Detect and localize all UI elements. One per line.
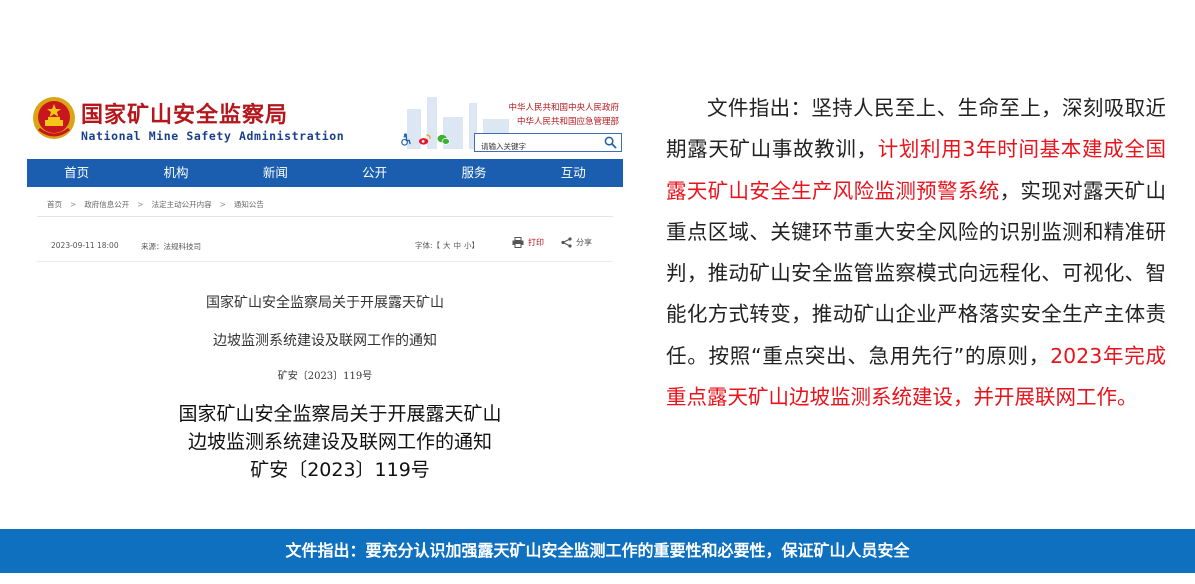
share-icon bbox=[561, 237, 572, 248]
caption-line2: 边坡监测系统建设及联网工作的通知 bbox=[187, 431, 492, 453]
utility-icons bbox=[399, 133, 450, 146]
nav-home[interactable]: 首页 bbox=[27, 159, 126, 187]
share-label: 分享 bbox=[576, 238, 592, 247]
breadcrumb-gov-info[interactable]: 政府信息公开 bbox=[84, 200, 129, 209]
publish-date: 2023-09-11 18:00 bbox=[51, 241, 119, 250]
national-emblem-icon bbox=[33, 97, 75, 139]
breadcrumb: 首页 > 政府信息公开 > 法定主动公开内容 > 通知公告 bbox=[47, 200, 264, 209]
print-button[interactable]: 打印 bbox=[512, 237, 544, 248]
website-screenshot: 国家矿山安全监察局 National Mine Safety Administr… bbox=[27, 85, 623, 383]
site-logo-text: 国家矿山安全监察局 bbox=[81, 102, 289, 128]
summary-text-2: ，实现对露天矿山重点区域、关键环节重大安全风险的识别监测和精准研判，推动矿山安全… bbox=[666, 178, 1167, 368]
summary-paragraph: 文件指出：坚持人民至上、生命至上，深刻吸取近期露天矿山事故教训，计划利用3年时间… bbox=[666, 88, 1166, 418]
search-icon[interactable] bbox=[604, 136, 617, 149]
divider bbox=[37, 261, 613, 262]
accessibility-icon[interactable] bbox=[399, 133, 412, 146]
font-size-small[interactable]: 小】 bbox=[464, 241, 479, 250]
search-input[interactable] bbox=[475, 139, 599, 154]
weibo-icon[interactable] bbox=[418, 133, 431, 146]
gov-link-emergency[interactable]: 中华人民共和国应急管理部 bbox=[517, 115, 619, 127]
print-icon bbox=[512, 237, 524, 248]
divider bbox=[37, 216, 613, 217]
document-title-line1: 国家矿山安全监察局关于开展露天矿山 bbox=[206, 295, 444, 311]
main-nav: 首页 机构 新闻 公开 服务 互动 bbox=[27, 159, 623, 187]
nav-service[interactable]: 服务 bbox=[424, 159, 523, 187]
breadcrumb-notices[interactable]: 通知公告 bbox=[234, 200, 264, 209]
gov-link-central[interactable]: 中华人民共和国中央人民政府 bbox=[508, 101, 619, 113]
nav-news[interactable]: 新闻 bbox=[226, 159, 325, 187]
nav-organization[interactable]: 机构 bbox=[126, 159, 225, 187]
breadcrumb-statutory[interactable]: 法定主动公开内容 bbox=[152, 200, 212, 209]
font-size-big[interactable]: 大 bbox=[443, 241, 451, 250]
source-label: 来源：法规科技司 bbox=[141, 242, 201, 251]
site-header: 国家矿山安全监察局 National Mine Safety Administr… bbox=[27, 85, 623, 158]
share-button[interactable]: 分享 bbox=[561, 237, 592, 248]
font-size-label: 字体:【 bbox=[415, 241, 441, 250]
nav-public[interactable]: 公开 bbox=[325, 159, 424, 187]
breadcrumb-home[interactable]: 首页 bbox=[47, 200, 62, 209]
site-search-box bbox=[474, 133, 622, 154]
caption-line3: 矿安〔2023〕119号 bbox=[250, 459, 430, 481]
font-size-control: 字体:【大中小】 bbox=[415, 240, 479, 251]
document-title-line2: 边坡监测系统建设及联网工作的通知 bbox=[213, 333, 437, 349]
nav-interaction[interactable]: 互动 bbox=[524, 159, 623, 187]
font-size-mid[interactable]: 中 bbox=[454, 241, 462, 250]
print-label: 打印 bbox=[528, 238, 544, 247]
bottom-banner: 文件指出：要充分认识加强露天矿山安全监测工作的重要性和必要性，保证矿山人员安全 bbox=[0, 529, 1195, 573]
wechat-icon[interactable] bbox=[437, 133, 450, 146]
caption-line1: 国家矿山安全监察局关于开展露天矿山 bbox=[178, 403, 502, 425]
site-logo-english: National Mine Safety Administration bbox=[81, 129, 345, 143]
document-number: 矿安〔2023〕119号 bbox=[277, 371, 373, 382]
